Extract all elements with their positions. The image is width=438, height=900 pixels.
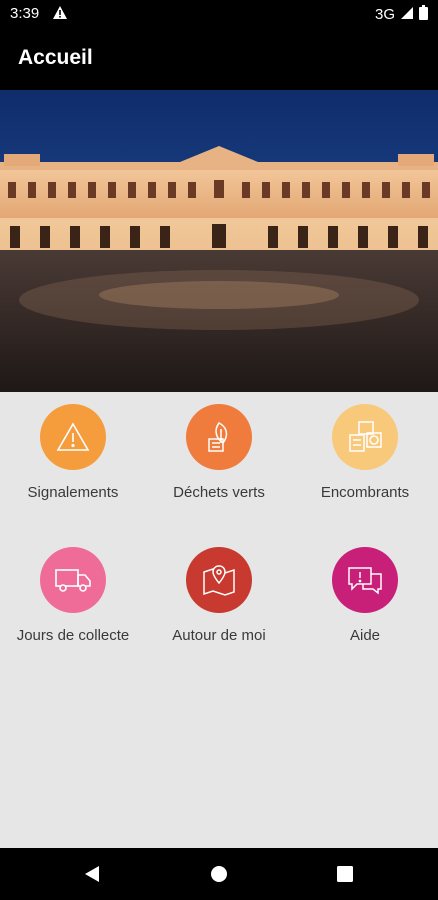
battery-icon	[419, 5, 428, 24]
app-bar: Accueil	[0, 28, 438, 90]
page-title: Accueil	[18, 46, 93, 69]
menu-item-encombrants[interactable]: Encombrants	[292, 392, 438, 522]
status-bar: 3:39 3G	[0, 0, 438, 28]
menu-item-label: Autour de moi	[172, 627, 266, 644]
hero-image	[0, 90, 438, 392]
menu-item-label: Aide	[349, 627, 381, 644]
menu-item-label: Déchets verts	[173, 484, 265, 501]
network-type: 3G	[374, 6, 395, 23]
chat-help-icon	[332, 547, 398, 613]
truck-icon	[40, 547, 106, 613]
warning-icon	[40, 404, 106, 470]
menu-item-autour-de-moi[interactable]: Autour de moi	[146, 535, 292, 665]
back-button[interactable]	[80, 862, 104, 886]
map-pin-icon	[186, 547, 252, 613]
menu-item-label: Signalements	[27, 484, 119, 501]
recents-square-icon	[337, 866, 353, 882]
home-circle-icon	[211, 866, 227, 882]
back-triangle-icon	[85, 866, 99, 882]
warning-notification-icon	[52, 5, 68, 24]
home-button[interactable]	[207, 862, 231, 886]
bulky-items-icon	[332, 404, 398, 470]
menu-item-dechets-verts[interactable]: Déchets verts	[146, 392, 292, 522]
menu-item-signalements[interactable]: Signalements	[0, 392, 146, 522]
menu-item-aide[interactable]: Aide	[292, 535, 438, 665]
signal-icon	[400, 6, 414, 24]
menu-item-label: Jours de collecte	[16, 627, 130, 644]
green-waste-icon	[186, 404, 252, 470]
navigation-bar	[0, 848, 438, 900]
menu-item-label: Encombrants	[320, 484, 410, 501]
menu-item-jours-de-collecte[interactable]: Jours de collecte	[0, 535, 146, 665]
recents-button[interactable]	[333, 862, 357, 886]
status-time: 3:39	[10, 5, 40, 22]
